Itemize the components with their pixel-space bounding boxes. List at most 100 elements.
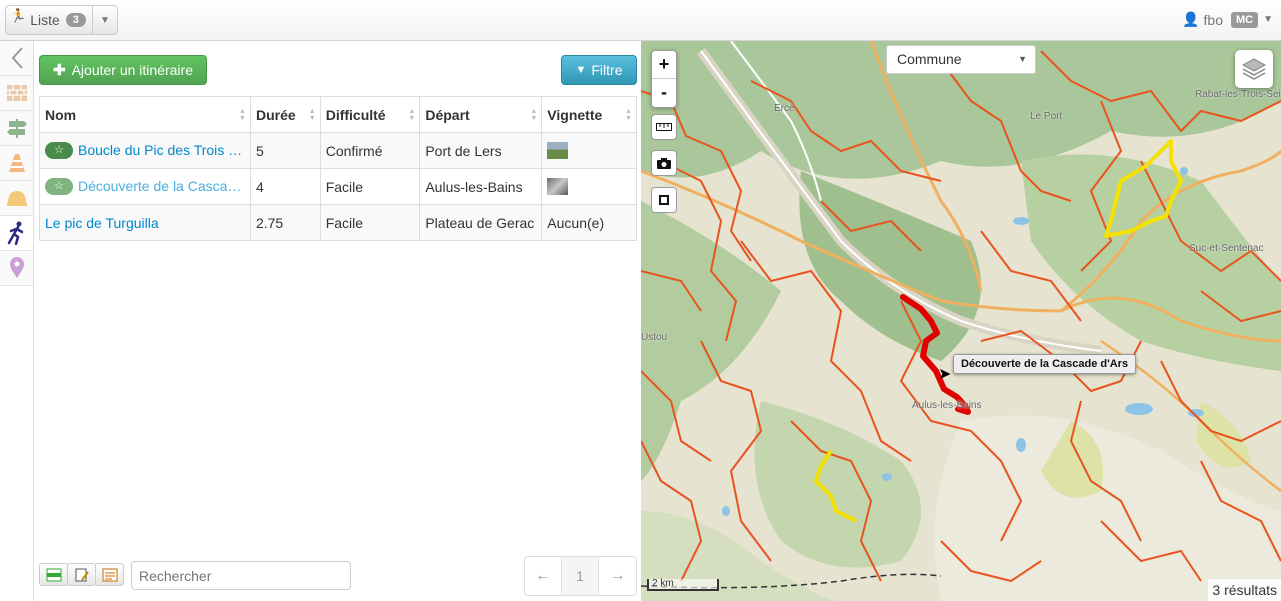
sidebar-item-signage[interactable] <box>0 111 33 146</box>
screenshot-button[interactable] <box>651 150 677 176</box>
column-header-duration[interactable]: Durée ▲ ▼ <box>249 96 321 133</box>
list-button[interactable]: 🏃 Liste 3 <box>6 6 93 34</box>
cell-difficulty: Facile <box>319 204 421 241</box>
page-number[interactable]: 1 <box>562 557 599 595</box>
cell-name: ☆ Boucle du Pic des Trois … <box>39 132 251 169</box>
scale-bar: 2 km <box>647 579 719 591</box>
zoom-in-button[interactable]: + <box>652 51 676 79</box>
hiker-icon: 🏃 <box>10 8 27 23</box>
collapse-icon <box>11 47 23 69</box>
trek-link[interactable]: Boucle du Pic des Trois … <box>78 142 242 158</box>
export-buttons <box>39 563 124 586</box>
cell-name: ☆ Découverte de la Casca… <box>39 168 251 205</box>
cell-thumbnail <box>541 168 637 205</box>
add-trek-button[interactable]: ✚ Ajouter un itinéraire <box>39 55 207 85</box>
wall-icon <box>6 85 27 101</box>
document-edit-icon <box>75 568 89 581</box>
cell-difficulty: Facile <box>319 168 421 205</box>
star-icon[interactable]: ☆ <box>45 142 73 160</box>
sort-icon: ▲ ▼ <box>308 108 316 122</box>
cell-duration: 5 <box>249 132 321 169</box>
user-icon: 👤 <box>1182 11 1200 27</box>
filter-button[interactable]: ▼ Filtre <box>561 55 637 85</box>
caret-down-icon: ▼ <box>1263 14 1273 25</box>
cell-name: Le pic de Turguilla <box>39 204 251 241</box>
measure-button[interactable] <box>651 114 677 140</box>
sidebar-collapse[interactable] <box>0 41 33 76</box>
map-tooltip: Découverte de la Cascade d'Ars <box>953 354 1137 374</box>
thumbnail-image <box>547 142 569 160</box>
camera-icon <box>657 157 671 169</box>
sidebar-item-treks[interactable] <box>0 216 33 251</box>
user-name: fbo <box>1203 11 1223 28</box>
map-place-label: Ercé <box>774 103 795 114</box>
table-header-row: Nom ▲ ▼ Durée ▲ ▼ Difficulté ▲ ▼ Départ ▲ ▼ Vign… <box>39 96 637 133</box>
map-view[interactable]: Rabat-les-Trois-Sei Ercé Le Port Suc-et-… <box>641 41 1281 601</box>
column-header-difficulty[interactable]: Difficulté ▲ ▼ <box>319 96 421 133</box>
caret-down-icon: ▼ <box>1018 54 1027 64</box>
trek-link[interactable]: Découverte de la Casca… <box>78 178 241 194</box>
star-icon[interactable]: ☆ <box>45 178 73 196</box>
layers-icon <box>1241 58 1267 80</box>
sidebar-item-pois[interactable] <box>0 251 33 286</box>
export-odt-button[interactable] <box>67 563 96 586</box>
commune-select[interactable]: Commune ▼ <box>886 45 1036 74</box>
trek-link[interactable]: Le pic de Turguilla <box>45 215 159 231</box>
top-navbar: 🏃 Liste 3 ▼ 👤 fbo MC ▼ <box>0 0 1281 41</box>
layers-button[interactable] <box>1235 50 1273 88</box>
mouse-cursor-icon: ➤ <box>938 366 952 383</box>
list-panel: ✚ Ajouter un itinéraire ▼ Filtre Nom ▲ ▼ D… <box>34 41 641 601</box>
map-place-label: Aulus-les-Bains <box>912 400 982 411</box>
cone-icon <box>8 154 25 172</box>
hiker-icon <box>7 221 24 245</box>
sidebar-item-interventions[interactable] <box>0 146 33 181</box>
table-row[interactable]: Le pic de Turguilla 2.75 Facile Plateau … <box>39 204 637 241</box>
column-label: Nom <box>45 106 77 123</box>
map-tiles <box>641 41 1281 601</box>
table-row[interactable]: ☆ Découverte de la Casca… 4 Facile Aulus-… <box>39 168 637 205</box>
cell-departure: Port de Lers <box>419 132 543 169</box>
table-row[interactable]: ☆ Boucle du Pic des Trois … 5 Confirmé Po… <box>39 132 637 169</box>
map-place-label: Ustou <box>641 332 668 343</box>
pagination: ← 1 → <box>524 556 637 596</box>
column-header-departure[interactable]: Départ ▲ ▼ <box>419 96 543 133</box>
zoom-out-button[interactable]: - <box>652 79 676 107</box>
cell-thumbnail <box>541 132 637 169</box>
export-shp-button[interactable] <box>95 563 124 586</box>
csv-icon <box>46 568 61 581</box>
signpost-icon <box>6 119 27 138</box>
list-count-badge: 3 <box>65 13 86 27</box>
treks-table: Nom ▲ ▼ Durée ▲ ▼ Difficulté ▲ ▼ Départ ▲ ▼ Vign… <box>39 96 637 241</box>
thumbnail-image <box>547 178 569 196</box>
user-structure-badge: MC <box>1230 11 1259 28</box>
search-input[interactable] <box>131 561 351 590</box>
next-page-button[interactable]: → <box>599 557 636 595</box>
helmet-icon <box>6 191 27 206</box>
column-label: Durée <box>255 106 296 123</box>
sidebar-item-projects[interactable] <box>0 181 33 216</box>
user-menu[interactable]: 👤 fbo MC ▼ <box>1182 11 1273 28</box>
shapefile-icon <box>102 568 117 581</box>
column-label: Vignette <box>547 106 603 123</box>
column-label: Départ <box>425 106 470 123</box>
fullscreen-button[interactable] <box>651 187 677 213</box>
map-place-label: Suc-et-Sentenac <box>1189 243 1264 254</box>
column-header-name[interactable]: Nom ▲ ▼ <box>39 96 251 133</box>
cell-difficulty: Confirmé <box>319 132 421 169</box>
list-dropdown-toggle[interactable]: ▼ <box>93 6 117 34</box>
column-header-thumbnail[interactable]: Vignette ▲ ▼ <box>541 96 637 133</box>
map-place-label: Rabat-les-Trois-Sei <box>1195 89 1281 100</box>
sort-icon: ▲ ▼ <box>408 108 416 122</box>
module-sidebar <box>0 41 34 601</box>
results-count: 3 résultats <box>1208 579 1281 601</box>
caret-down-icon: ▼ <box>99 14 110 26</box>
square-icon <box>659 195 669 205</box>
sort-icon: ▲ ▼ <box>239 108 246 122</box>
sidebar-item-infrastructures[interactable] <box>0 76 33 111</box>
export-csv-button[interactable] <box>39 563 68 586</box>
filter-label: Filtre <box>591 62 623 78</box>
list-button-group: 🏃 Liste 3 ▼ <box>5 5 118 35</box>
commune-select-value: Commune <box>897 51 962 67</box>
cell-thumbnail: Aucun(e) <box>541 204 637 241</box>
prev-page-button[interactable]: ← <box>525 557 562 595</box>
